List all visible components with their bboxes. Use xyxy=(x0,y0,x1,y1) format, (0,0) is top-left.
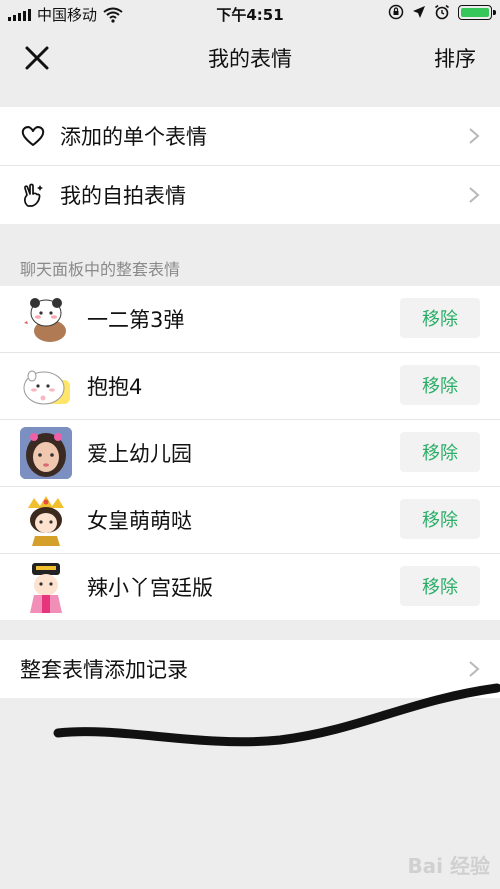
annotation-stroke xyxy=(53,683,500,747)
watermark-logo: Bai 经验 xyxy=(407,854,490,878)
